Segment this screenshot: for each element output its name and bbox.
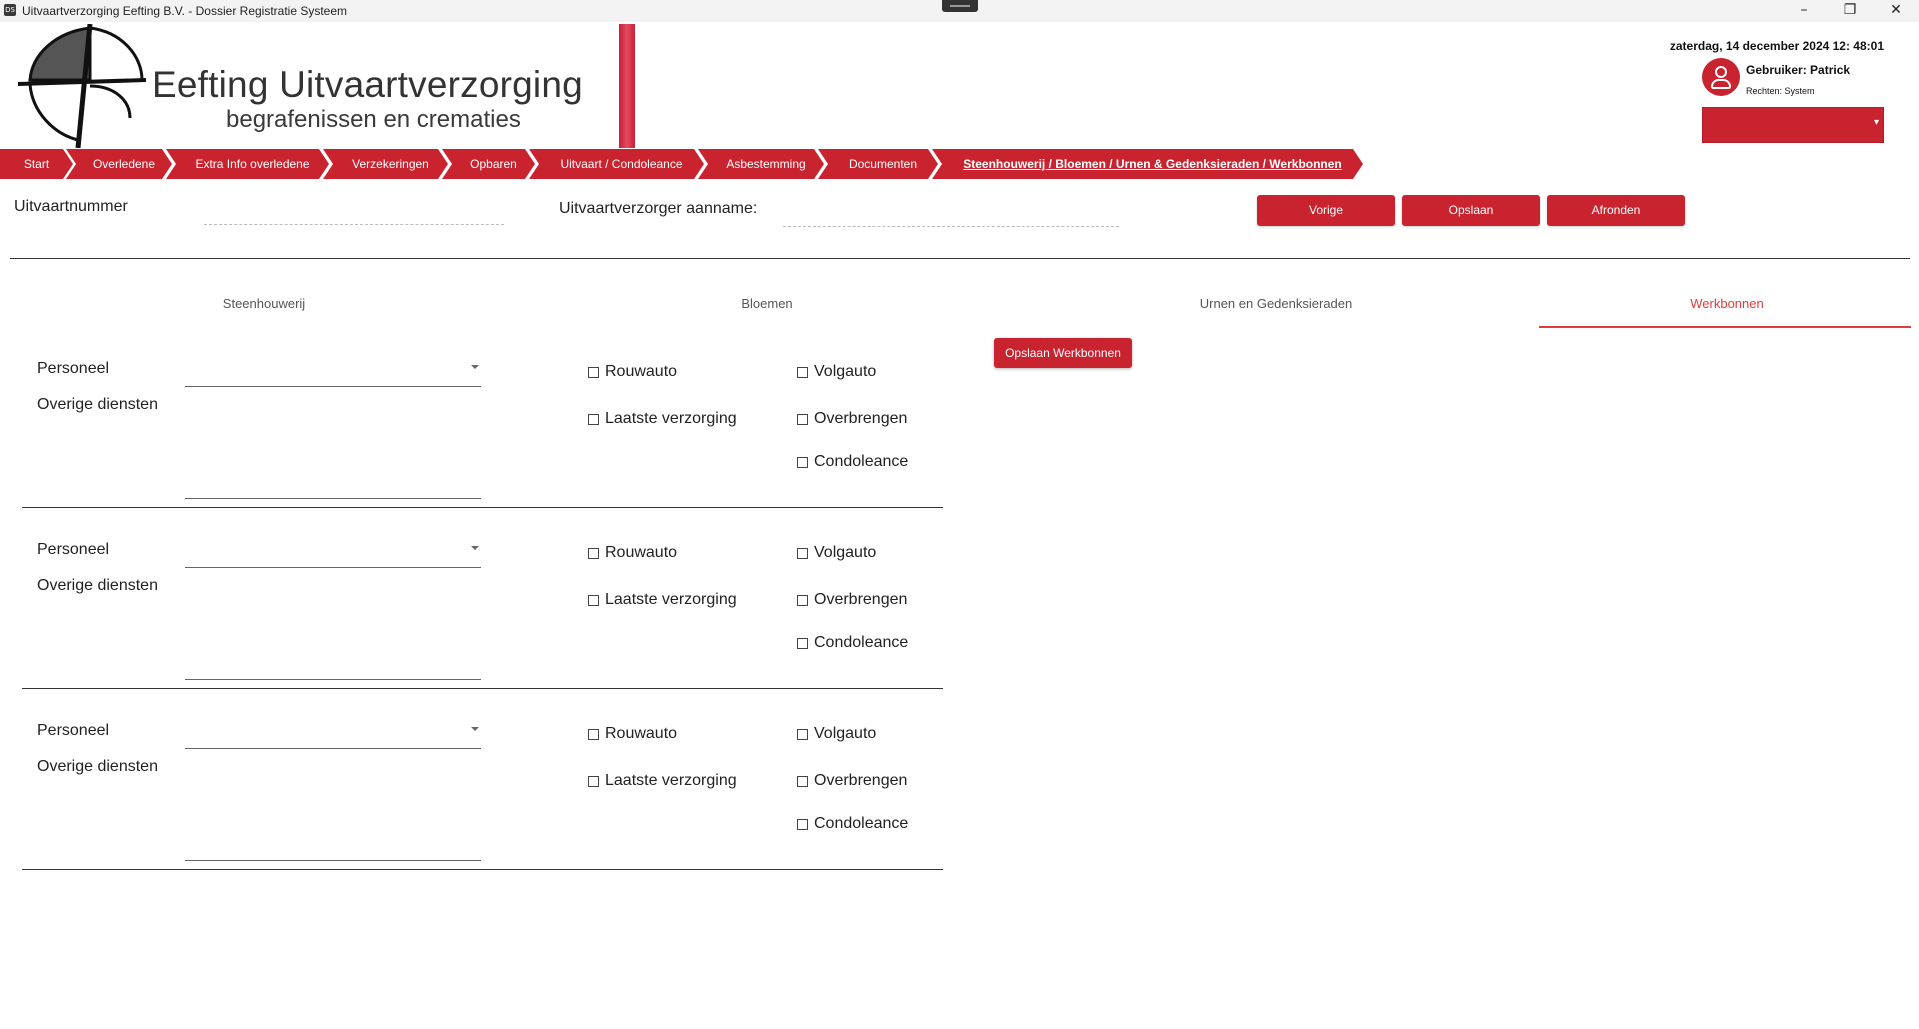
personeel-label: Personeel bbox=[37, 541, 110, 558]
overige-diensten-label: Overige diensten bbox=[37, 396, 158, 413]
personeel-label: Personeel bbox=[37, 722, 110, 739]
overbrengen-checkbox[interactable]: Overbrengen bbox=[797, 410, 907, 428]
overige-diensten-input[interactable] bbox=[185, 576, 481, 680]
condoleance-checkbox[interactable]: Condoleance bbox=[797, 815, 908, 833]
user-avatar-icon bbox=[1702, 58, 1740, 96]
chevron-down-icon: ▾ bbox=[1873, 117, 1879, 128]
overige-diensten-label: Overige diensten bbox=[37, 577, 158, 594]
laatste-verzorging-checkbox[interactable]: Laatste verzorging bbox=[588, 772, 737, 790]
opslaan-werkbonnen-button[interactable]: Opslaan Werkbonnen bbox=[994, 338, 1132, 368]
aanname-label: Uitvaartverzorger aanname: bbox=[559, 200, 758, 217]
personeel-label: Personeel bbox=[37, 360, 110, 377]
nav-uitvaart-condoleance[interactable]: Uitvaart / Condoleance bbox=[529, 149, 704, 179]
werkbon-row: Personeel Overige diensten Rouwauto Volg… bbox=[22, 689, 943, 870]
user-name: Gebruiker: Patrick bbox=[1746, 63, 1851, 77]
overige-diensten-label: Overige diensten bbox=[37, 758, 158, 775]
restore-button[interactable]: ❐ bbox=[1827, 0, 1873, 22]
overige-diensten-input[interactable] bbox=[185, 395, 481, 499]
volgauto-checkbox[interactable]: Volgauto bbox=[797, 363, 876, 381]
overbrengen-checkbox[interactable]: Overbrengen bbox=[797, 591, 907, 609]
window-title-bar: DS Uitvaartverzorging Eefting B.V. - Dos… bbox=[0, 0, 1919, 22]
user-rights: Rechten: System bbox=[1746, 86, 1815, 96]
overige-diensten-input[interactable] bbox=[185, 757, 481, 861]
laatste-verzorging-checkbox[interactable]: Laatste verzorging bbox=[588, 591, 737, 609]
rouwauto-checkbox[interactable]: Rouwauto bbox=[588, 725, 677, 743]
nav-steenhouwerij-werkbonnen[interactable]: Steenhouwerij / Bloemen / Urnen & Gedenk… bbox=[932, 149, 1363, 179]
volgauto-checkbox[interactable]: Volgauto bbox=[797, 544, 876, 562]
tab-urnen-gedenksieraden[interactable]: Urnen en Gedenksieraden bbox=[1126, 296, 1426, 311]
tab-steenhouwerij[interactable]: Steenhouwerij bbox=[164, 296, 364, 311]
nav-opbaren[interactable]: Opbaren bbox=[442, 149, 535, 179]
chevron-down-icon bbox=[471, 727, 479, 731]
row-divider bbox=[22, 869, 943, 870]
nav-asbestemming[interactable]: Asbestemming bbox=[698, 149, 824, 179]
nav-extra-info-overledene[interactable]: Extra Info overledene bbox=[166, 149, 329, 179]
divider bbox=[10, 258, 1910, 259]
rouwauto-checkbox[interactable]: Rouwauto bbox=[588, 544, 677, 562]
nav-documenten[interactable]: Documenten bbox=[818, 149, 938, 179]
window-drag-handle[interactable] bbox=[942, 0, 978, 12]
personeel-select[interactable] bbox=[185, 719, 481, 749]
rouwauto-checkbox[interactable]: Rouwauto bbox=[588, 363, 677, 381]
window-title: Uitvaartverzorging Eefting B.V. - Dossie… bbox=[22, 4, 348, 18]
aanname-field[interactable] bbox=[783, 226, 1119, 227]
nav-verzekeringen[interactable]: Verzekeringen bbox=[323, 149, 448, 179]
afronden-button[interactable]: Afronden bbox=[1547, 195, 1685, 226]
nav-overledene[interactable]: Overledene bbox=[66, 149, 172, 179]
minimize-button[interactable]: – bbox=[1781, 0, 1827, 22]
chevron-down-icon bbox=[471, 365, 479, 369]
opslaan-button[interactable]: Opslaan bbox=[1402, 195, 1540, 226]
current-datetime: zaterdag, 14 december 2024 12: 48:01 bbox=[1669, 39, 1884, 53]
decorative-red-strip bbox=[619, 24, 635, 148]
personeel-select[interactable] bbox=[185, 538, 481, 568]
overbrengen-checkbox[interactable]: Overbrengen bbox=[797, 772, 907, 790]
nav-start[interactable]: Start bbox=[0, 149, 73, 179]
werkbon-row: Personeel Overige diensten Rouwauto Volg… bbox=[22, 327, 943, 508]
vorige-button[interactable]: Vorige bbox=[1257, 195, 1395, 226]
active-tab-indicator bbox=[1539, 326, 1911, 328]
werkbon-row: Personeel Overige diensten Rouwauto Volg… bbox=[22, 508, 943, 689]
tab-bloemen[interactable]: Bloemen bbox=[667, 296, 867, 311]
condoleance-checkbox[interactable]: Condoleance bbox=[797, 634, 908, 652]
uitvaartnummer-label: Uitvaartnummer bbox=[14, 198, 128, 215]
personeel-select[interactable] bbox=[185, 357, 481, 387]
brand-title: Eefting Uitvaartverzorging bbox=[152, 64, 583, 105]
tab-werkbonnen[interactable]: Werkbonnen bbox=[1627, 296, 1827, 311]
laatste-verzorging-checkbox[interactable]: Laatste verzorging bbox=[588, 410, 737, 428]
chevron-down-icon bbox=[471, 546, 479, 550]
volgauto-checkbox[interactable]: Volgauto bbox=[797, 725, 876, 743]
uitvaartnummer-field[interactable] bbox=[204, 224, 504, 225]
brand-subtitle: begrafenissen en crematies bbox=[226, 106, 521, 133]
user-menu-dropdown[interactable]: ▾ bbox=[1702, 107, 1884, 143]
close-button[interactable]: ✕ bbox=[1873, 0, 1919, 22]
company-logo-icon bbox=[18, 24, 147, 148]
app-icon: DS bbox=[4, 4, 16, 16]
condoleance-checkbox[interactable]: Condoleance bbox=[797, 453, 908, 471]
